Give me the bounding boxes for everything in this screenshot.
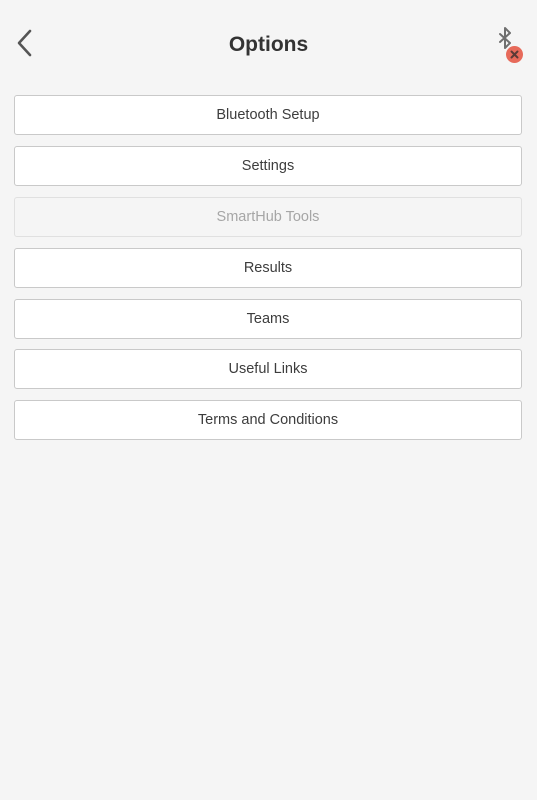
page-title: Options xyxy=(228,33,309,56)
bluetooth-setup-button[interactable]: Bluetooth Setup xyxy=(14,95,522,135)
useful-links-button[interactable]: Useful Links xyxy=(14,349,522,390)
smarthub-tools-button: SmartHub Tools xyxy=(14,196,522,237)
bluetooth-disconnected-badge xyxy=(506,46,523,63)
teams-button[interactable]: Teams xyxy=(14,298,522,339)
results-button[interactable]: Results xyxy=(14,247,522,288)
close-icon xyxy=(510,50,519,59)
header-bar: Options xyxy=(0,0,537,90)
settings-button[interactable]: Settings xyxy=(14,145,522,186)
bluetooth-status-button[interactable] xyxy=(494,26,528,64)
terms-and-conditions-button[interactable]: Terms and Conditions xyxy=(14,400,522,441)
options-menu: Bluetooth Setup Settings SmartHub Tools … xyxy=(14,95,522,451)
